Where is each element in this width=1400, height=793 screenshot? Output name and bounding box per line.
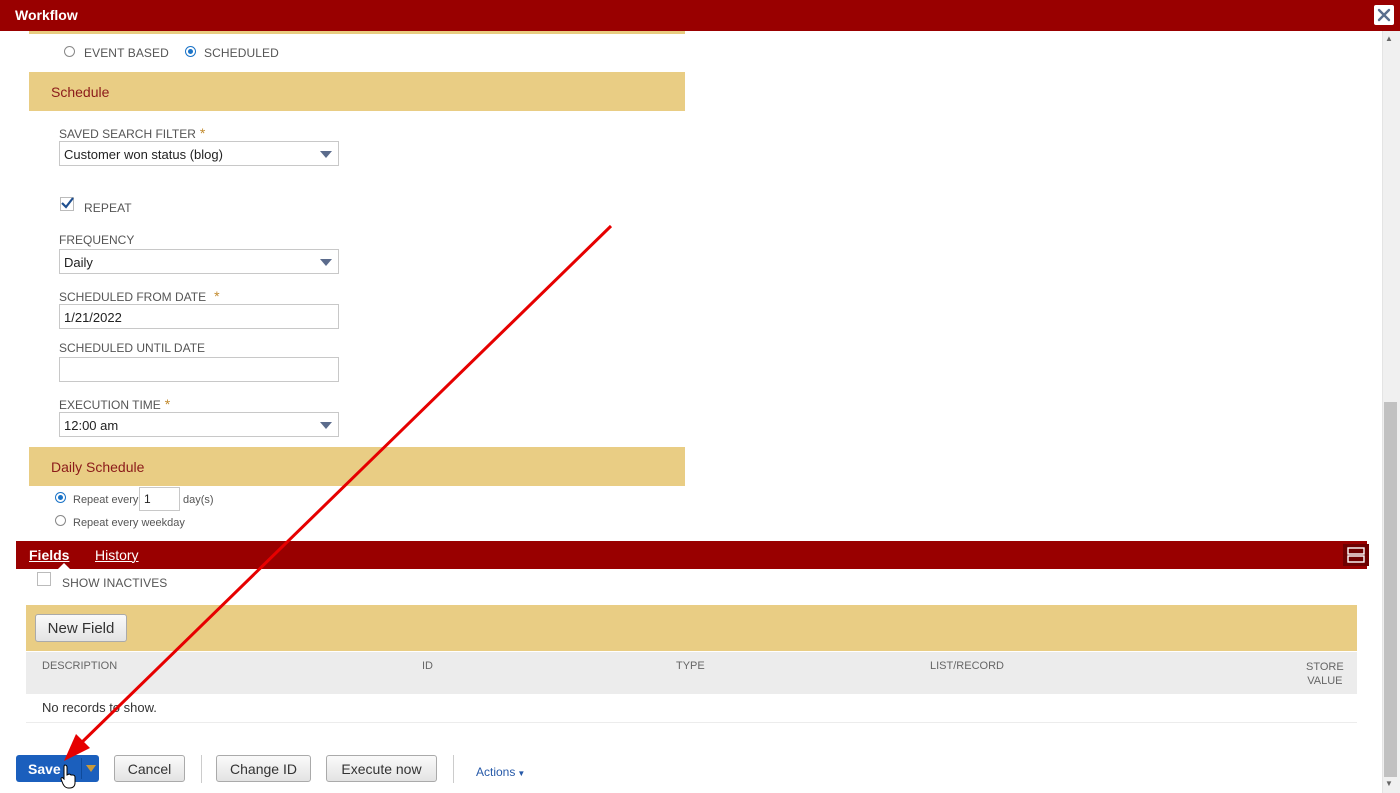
hand-cursor-icon (60, 764, 76, 789)
annotation-arrow (64, 224, 613, 761)
